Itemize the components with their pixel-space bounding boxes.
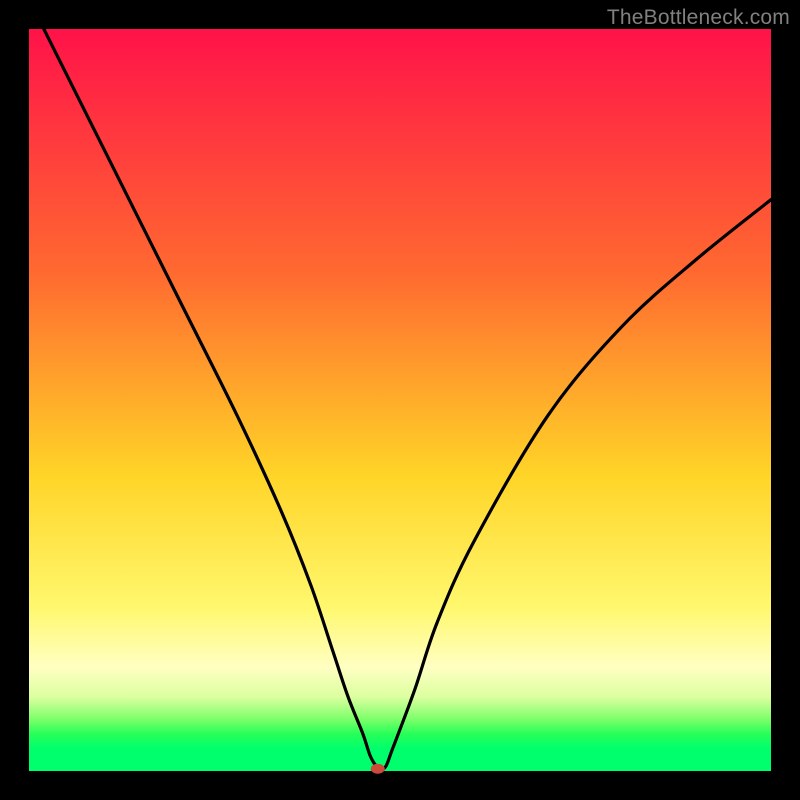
watermark-text: TheBottleneck.com	[607, 6, 790, 30]
curve-layer	[29, 29, 771, 771]
plot-area	[29, 29, 771, 771]
chart-frame: TheBottleneck.com	[0, 0, 800, 800]
bottleneck-curve	[44, 29, 771, 769]
min-marker	[371, 764, 385, 774]
